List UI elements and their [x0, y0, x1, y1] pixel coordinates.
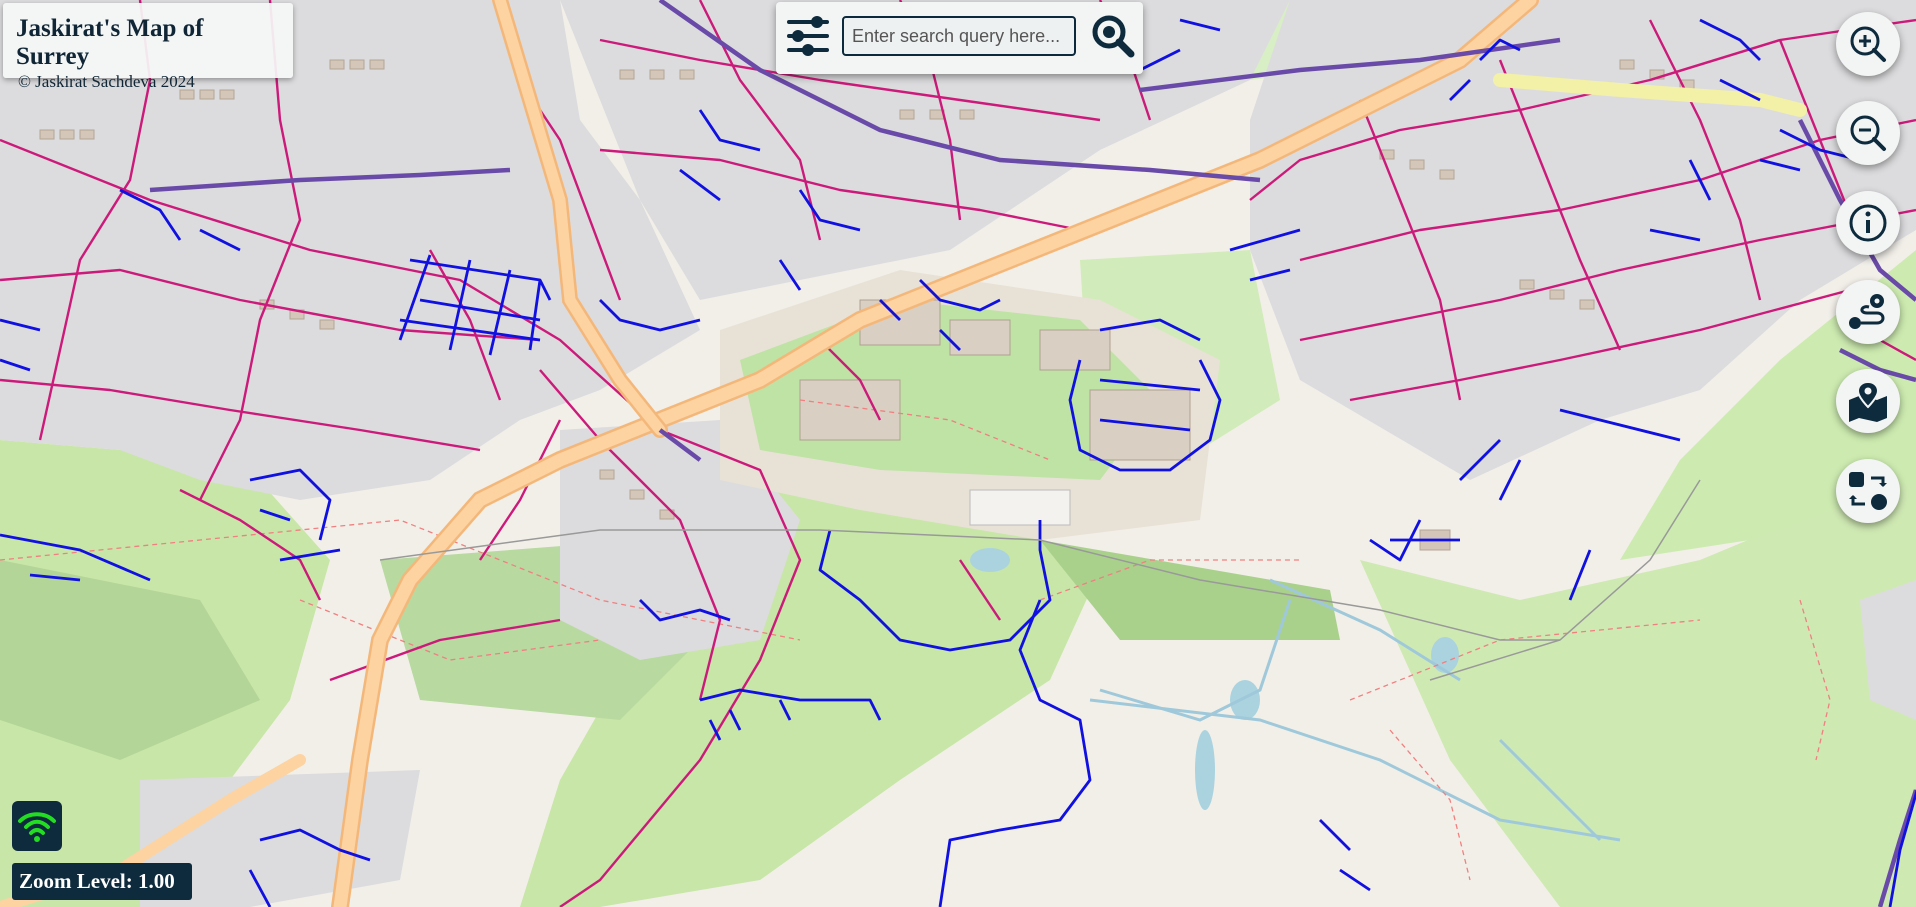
swap-button[interactable] [1836, 459, 1900, 523]
zoom-level-text: Zoom Level: 1.00 [19, 869, 175, 893]
zoom-out-button[interactable] [1836, 101, 1900, 165]
wifi-icon [18, 812, 56, 842]
zoom-in-button[interactable] [1836, 12, 1900, 76]
copyright-text: © Jaskirat Sachdeva 2024 [18, 72, 195, 91]
sliders-icon [787, 16, 829, 56]
search-magnifier-icon [1092, 15, 1135, 58]
filter-button[interactable] [785, 13, 831, 59]
route-button[interactable] [1836, 280, 1900, 344]
zoom-in-icon [1850, 26, 1886, 62]
map-title-panel: Jaskirat's Map of Surrey © Jaskirat Sach… [3, 3, 293, 91]
map-title: Jaskirat's Map of Surrey [16, 15, 204, 70]
zoom-out-icon [1850, 115, 1886, 151]
search-input[interactable] [842, 16, 1076, 56]
swap-icon [1849, 472, 1887, 510]
location-button[interactable] [1836, 369, 1900, 433]
search-bar [776, 2, 1143, 74]
search-button[interactable] [1089, 12, 1137, 60]
zoom-level-display: Zoom Level: 1.00 [12, 863, 192, 900]
connection-status [12, 801, 62, 851]
map-canvas[interactable] [0, 0, 1916, 907]
map-pin-icon [1849, 380, 1887, 422]
route-icon [1849, 294, 1885, 329]
info-icon [1849, 204, 1887, 242]
info-button[interactable] [1836, 191, 1900, 255]
